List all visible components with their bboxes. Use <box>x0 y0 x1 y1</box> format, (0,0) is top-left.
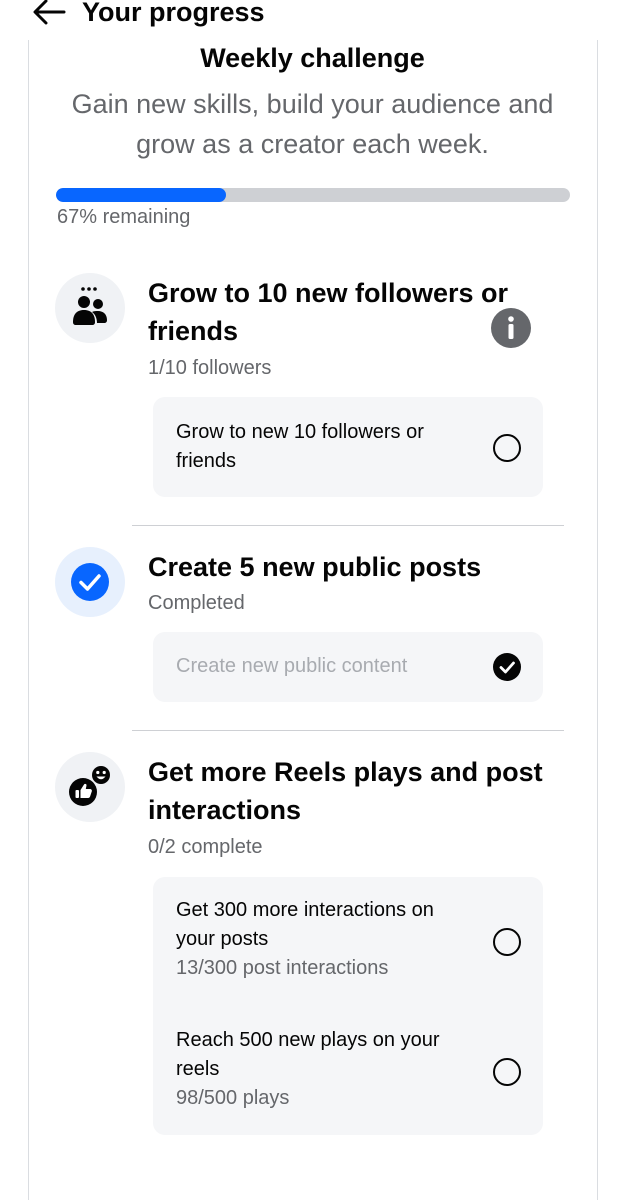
info-icon[interactable] <box>490 307 532 349</box>
section-title-posts: Create 5 new public posts <box>148 552 482 582</box>
section-meta-posts: Completed <box>148 592 245 614</box>
checkmark-icon <box>71 563 109 601</box>
people-icon <box>73 287 107 325</box>
task-group-reels: Get 300 more interactions on your posts … <box>153 877 543 1135</box>
task-item: Reach 500 new plays on your reels 98/500… <box>176 1026 476 1113</box>
back-arrow-icon[interactable] <box>30 0 70 27</box>
task-completed-check-icon <box>493 653 521 681</box>
section-icon-reels <box>55 752 125 822</box>
top-bar: Your progress <box>0 0 625 32</box>
section-meta-followers: 1/10 followers <box>148 357 272 379</box>
task-label: Get 300 more interactions on your posts <box>176 899 434 950</box>
task-item: Get 300 more interactions on your posts … <box>176 896 476 983</box>
progress-bar-fill <box>56 188 226 202</box>
challenge-subtitle: Gain new skills, build your audience and… <box>71 89 554 159</box>
task-item: Grow to new 10 followers or friends <box>176 418 476 476</box>
task-radio-button[interactable] <box>493 928 521 956</box>
divider <box>132 730 564 731</box>
task-label: Create new public content <box>176 655 408 677</box>
task-meta: 13/300 post interactions <box>176 957 389 979</box>
task-radio-button[interactable] <box>493 1058 521 1086</box>
progress-bar <box>56 188 570 202</box>
task-label: Reach 500 new plays on your reels <box>176 1029 440 1080</box>
task-meta: 98/500 plays <box>176 1087 290 1109</box>
page-title: Your progress <box>82 0 265 27</box>
task-label: Grow to new 10 followers or friends <box>176 421 424 472</box>
divider <box>132 525 564 526</box>
progress-remaining-text: 67% remaining <box>57 206 191 228</box>
thumbs-up-reaction-icon <box>69 766 110 806</box>
section-meta-reels: 0/2 complete <box>148 836 263 858</box>
task-radio-button[interactable] <box>493 434 521 462</box>
task-group-posts: Create new public content <box>153 632 543 702</box>
section-title-reels: Get more Reels plays and post interactio… <box>148 757 543 825</box>
section-icon-followers <box>55 273 125 343</box>
task-item: Create new public content <box>176 652 476 681</box>
task-group-followers: Grow to new 10 followers or friends <box>153 397 543 497</box>
section-icon-posts <box>55 547 125 617</box>
challenge-title: Weekly challenge <box>200 43 425 73</box>
